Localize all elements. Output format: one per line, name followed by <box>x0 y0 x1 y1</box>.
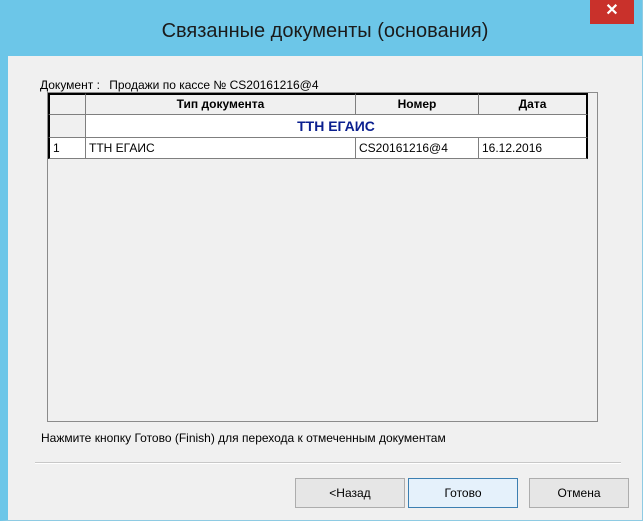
document-type-cell[interactable]: ТТН ЕГАИС <box>85 137 356 159</box>
document-label: Документ : <box>40 78 100 92</box>
column-header-number[interactable]: Номер <box>355 93 479 115</box>
column-header-date[interactable]: Дата <box>478 93 588 115</box>
group-row-title[interactable]: ТТН ЕГАИС <box>85 114 588 138</box>
title-bar[interactable]: Связанные документы (основания) ✕ <box>8 0 642 56</box>
close-icon[interactable]: ✕ <box>590 0 634 24</box>
cancel-button[interactable]: Отмена <box>529 478 629 508</box>
grid-corner-header <box>48 93 86 115</box>
hint-text: Нажмите кнопку Готово (Finish) для перех… <box>41 431 446 445</box>
document-line: Документ : Продажи по кассе № CS20161216… <box>40 78 319 92</box>
documents-grid[interactable]: Тип документа Номер Дата ТТН ЕГАИС 1 ТТН… <box>47 92 598 422</box>
window-title: Связанные документы (основания) <box>161 20 489 42</box>
dialog-window: Связанные документы (основания) ✕ Докуме… <box>0 0 643 521</box>
finish-button[interactable]: Готово <box>408 478 518 508</box>
document-date-cell[interactable]: 16.12.2016 <box>478 137 588 159</box>
group-row-indicator <box>48 114 86 138</box>
document-value: Продажи по кассе № CS20161216@4 <box>109 78 319 92</box>
document-number-cell[interactable]: CS20161216@4 <box>355 137 479 159</box>
separator <box>35 462 621 464</box>
column-header-type[interactable]: Тип документа <box>85 93 356 115</box>
row-number-cell[interactable]: 1 <box>48 137 86 159</box>
back-button[interactable]: <Назад <box>295 478 405 508</box>
